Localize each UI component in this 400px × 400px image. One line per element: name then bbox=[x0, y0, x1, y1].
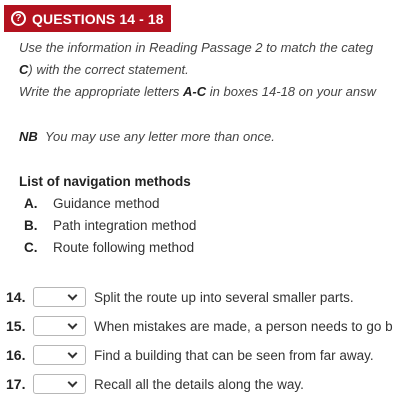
chevron-down-icon bbox=[67, 290, 78, 301]
answer-dropdown-14[interactable] bbox=[33, 287, 86, 307]
answer-dropdown-17[interactable] bbox=[33, 374, 86, 394]
list-item-a: A. Guidance method bbox=[24, 196, 160, 211]
instruction-line-1-text: Use the information in Reading Passage 2… bbox=[19, 40, 374, 55]
question-number: 17. bbox=[6, 376, 26, 392]
instruction-line-3-end: in boxes 14-18 on your answ bbox=[206, 84, 376, 99]
instruction-line-2: C) with the correct statement. bbox=[19, 62, 189, 77]
question-number: 15. bbox=[6, 318, 26, 334]
question-text: Recall all the details along the way. bbox=[94, 376, 304, 392]
note-label: NB bbox=[19, 129, 38, 144]
answer-dropdown-16[interactable] bbox=[33, 345, 86, 365]
answer-dropdown-15[interactable] bbox=[33, 316, 86, 336]
instruction-note: NB You may use any letter more than once… bbox=[19, 129, 275, 144]
question-text: Find a building that can be seen from fa… bbox=[94, 347, 374, 363]
list-item-letter: A. bbox=[24, 196, 38, 211]
help-circle-icon[interactable]: ? bbox=[11, 11, 26, 26]
list-item-c: C. Route following method bbox=[24, 240, 194, 255]
question-number: 16. bbox=[6, 347, 26, 363]
questions-header-title: QUESTIONS 14 - 18 bbox=[32, 10, 164, 27]
question-text: Split the route up into several smaller … bbox=[94, 289, 354, 305]
list-title: List of navigation methods bbox=[19, 174, 191, 189]
list-item-b: B. Path integration method bbox=[24, 218, 196, 233]
question-row-14: 14. Split the route up into several smal… bbox=[6, 286, 354, 308]
question-row-15: 15. When mistakes are made, a person nee… bbox=[6, 315, 393, 337]
question-text: When mistakes are made, a person needs t… bbox=[94, 318, 393, 334]
question-number: 14. bbox=[6, 289, 26, 305]
instruction-line-3: Write the appropriate letters A-C in box… bbox=[19, 84, 376, 99]
chevron-down-icon bbox=[67, 377, 78, 388]
list-item-letter: B. bbox=[24, 218, 38, 233]
list-item-text: Route following method bbox=[53, 240, 195, 255]
instruction-letter-c: C bbox=[19, 62, 29, 77]
question-row-17: 17. Recall all the details along the way… bbox=[6, 373, 304, 395]
questions-header: ? QUESTIONS 14 - 18 bbox=[4, 5, 171, 32]
instruction-line-2-text: ) with the correct statement. bbox=[28, 62, 189, 77]
instruction-line-1: Use the information in Reading Passage 2… bbox=[19, 40, 373, 55]
question-row-16: 16. Find a building that can be seen fro… bbox=[6, 344, 374, 366]
chevron-down-icon bbox=[67, 319, 78, 330]
chevron-down-icon bbox=[67, 348, 78, 359]
note-text: You may use any letter more than once. bbox=[45, 129, 275, 144]
list-item-text: Path integration method bbox=[53, 218, 197, 233]
list-item-text: Guidance method bbox=[53, 196, 160, 211]
instruction-letter-range: A-C bbox=[183, 84, 207, 99]
instruction-line-3-start: Write the appropriate letters bbox=[19, 84, 184, 99]
list-item-letter: C. bbox=[24, 240, 38, 255]
